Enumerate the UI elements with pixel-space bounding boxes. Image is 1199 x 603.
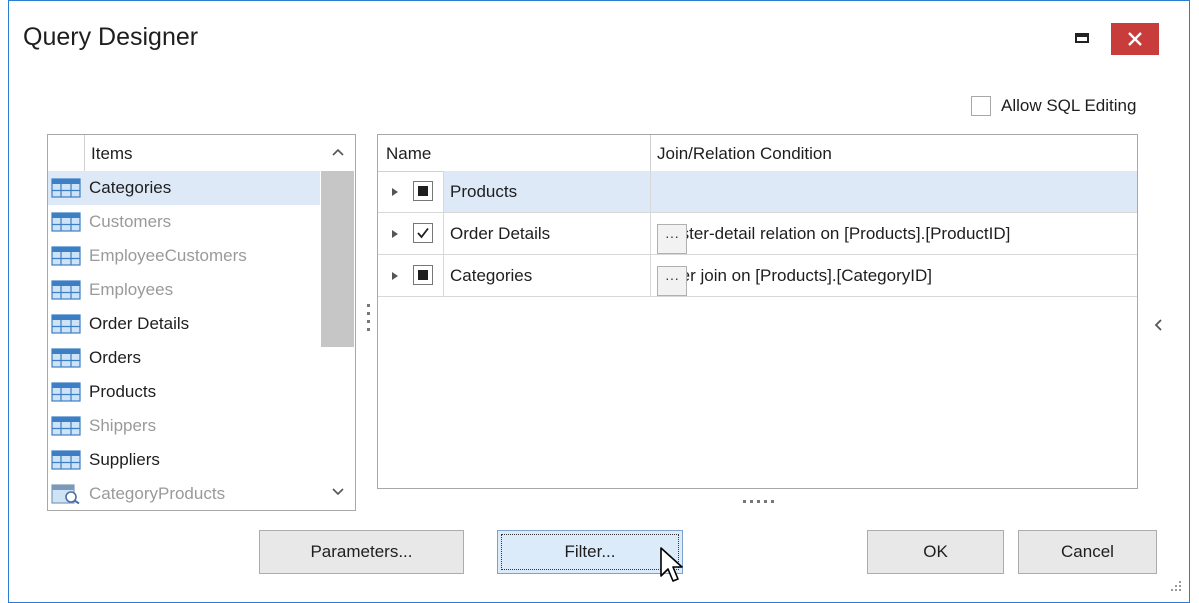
table-icon: [51, 450, 81, 470]
horizontal-splitter[interactable]: [743, 500, 774, 504]
mouse-pointer-icon: [660, 547, 683, 582]
table-icon: [51, 212, 81, 232]
table-icon: [51, 314, 81, 334]
list-item-label: Suppliers: [89, 450, 160, 469]
list-item-label: EmployeeCustomers: [89, 246, 247, 265]
close-icon: [1128, 32, 1142, 46]
list-item[interactable]: Suppliers: [48, 443, 320, 477]
name-cell-text: Order Details: [450, 224, 551, 243]
condition-cell[interactable]: [650, 171, 1137, 212]
table-icon: [51, 382, 81, 402]
edit-condition-button[interactable]: ···: [657, 266, 687, 296]
list-item[interactable]: EmployeeCustomers: [48, 239, 320, 273]
condition-cell[interactable]: Inner join on [Products].[CategoryID] ···: [650, 255, 1137, 296]
close-button[interactable]: [1111, 23, 1159, 55]
scroll-up-button[interactable]: [320, 135, 355, 169]
condition-cell-text: Master-detail relation on [Products].[Pr…: [657, 224, 1011, 243]
list-item[interactable]: Customers: [48, 205, 320, 239]
list-item-label: Order Details: [89, 314, 190, 333]
parameters-button[interactable]: Parameters...: [259, 530, 464, 574]
items-header-indicator: [48, 135, 85, 171]
query-designer-window: Query Designer Allow SQL Editing Items C…: [8, 0, 1190, 603]
maximize-icon: [1075, 33, 1089, 43]
table-icon: [51, 246, 81, 266]
list-item[interactable]: Order Details: [48, 307, 320, 341]
window-title: Query Designer: [23, 23, 199, 51]
row-checkbox[interactable]: [413, 223, 433, 243]
list-item-label: Categories: [89, 178, 172, 197]
filter-button[interactable]: Filter...: [497, 530, 683, 574]
table-icon: [51, 178, 81, 198]
row-checkbox[interactable]: [413, 181, 433, 201]
expand-arrow-icon[interactable]: [392, 230, 398, 238]
allow-sql-editing-option[interactable]: Allow SQL Editing: [971, 94, 1136, 118]
table-row[interactable]: Order Details Master-detail relation on […: [378, 213, 1137, 255]
title-bar: Query Designer: [9, 1, 1189, 79]
list-item[interactable]: CategoryProducts: [48, 477, 320, 510]
collapse-panel-icon[interactable]: [1153, 315, 1163, 336]
scroll-down-button[interactable]: [320, 475, 355, 509]
list-item-label: Shippers: [89, 416, 157, 435]
items-header: Items: [48, 135, 318, 172]
chevron-up-icon: [331, 148, 344, 156]
allow-sql-editing-checkbox[interactable]: [971, 96, 991, 116]
view-icon: [51, 484, 81, 505]
list-item[interactable]: Employees: [48, 273, 320, 307]
list-item[interactable]: Orders: [48, 341, 320, 375]
name-cell[interactable]: Categories: [443, 255, 650, 296]
table-row[interactable]: Products: [378, 171, 1137, 213]
condition-cell[interactable]: Master-detail relation on [Products].[Pr…: [650, 213, 1137, 254]
grid-header: Name Join/Relation Condition: [378, 135, 1137, 172]
expand-arrow-icon[interactable]: [392, 272, 398, 280]
cancel-button[interactable]: Cancel: [1018, 530, 1157, 574]
relations-grid: Name Join/Relation Condition Products Ord…: [377, 134, 1138, 489]
edit-condition-button[interactable]: ···: [657, 224, 687, 254]
list-item-label: Customers: [89, 212, 172, 231]
list-item-label: Employees: [89, 280, 174, 299]
scroll-thumb[interactable]: [321, 171, 354, 347]
list-item[interactable]: Shippers: [48, 409, 320, 443]
items-scrollbar[interactable]: [320, 135, 355, 510]
name-cell-text: Categories: [450, 266, 533, 285]
list-item-label: Products: [89, 382, 157, 401]
table-icon: [51, 416, 81, 436]
table-icon: [51, 348, 81, 368]
items-list: Categories Customers EmployeeCustomers Empl…: [48, 171, 320, 510]
table-row[interactable]: Categories Inner join on [Products].[Cate…: [378, 255, 1137, 297]
list-item-label: CategoryProducts: [89, 484, 226, 503]
vertical-splitter[interactable]: [365, 304, 371, 338]
name-cell[interactable]: Products: [443, 171, 650, 212]
column-header-name[interactable]: Name: [386, 144, 431, 164]
table-icon: [51, 280, 81, 300]
list-item-label: Orders: [89, 348, 141, 367]
expand-arrow-icon[interactable]: [392, 188, 398, 196]
list-item[interactable]: Products: [48, 375, 320, 409]
name-cell[interactable]: Order Details: [443, 213, 650, 254]
list-item[interactable]: Categories: [48, 171, 320, 205]
items-header-label: Items: [91, 144, 133, 163]
ok-button[interactable]: OK: [867, 530, 1004, 574]
chevron-down-icon: [331, 488, 344, 496]
row-checkbox[interactable]: [413, 265, 433, 285]
focus-rectangle: [501, 534, 679, 570]
maximize-button[interactable]: [1063, 23, 1103, 55]
column-header-condition[interactable]: Join/Relation Condition: [657, 144, 832, 164]
allow-sql-editing-label: Allow SQL Editing: [1001, 96, 1137, 115]
name-cell-text: Products: [450, 182, 518, 201]
items-panel: Items Categories Customers EmployeeCustome…: [47, 134, 356, 511]
condition-cell-text: Inner join on [Products].[CategoryID]: [657, 266, 932, 285]
